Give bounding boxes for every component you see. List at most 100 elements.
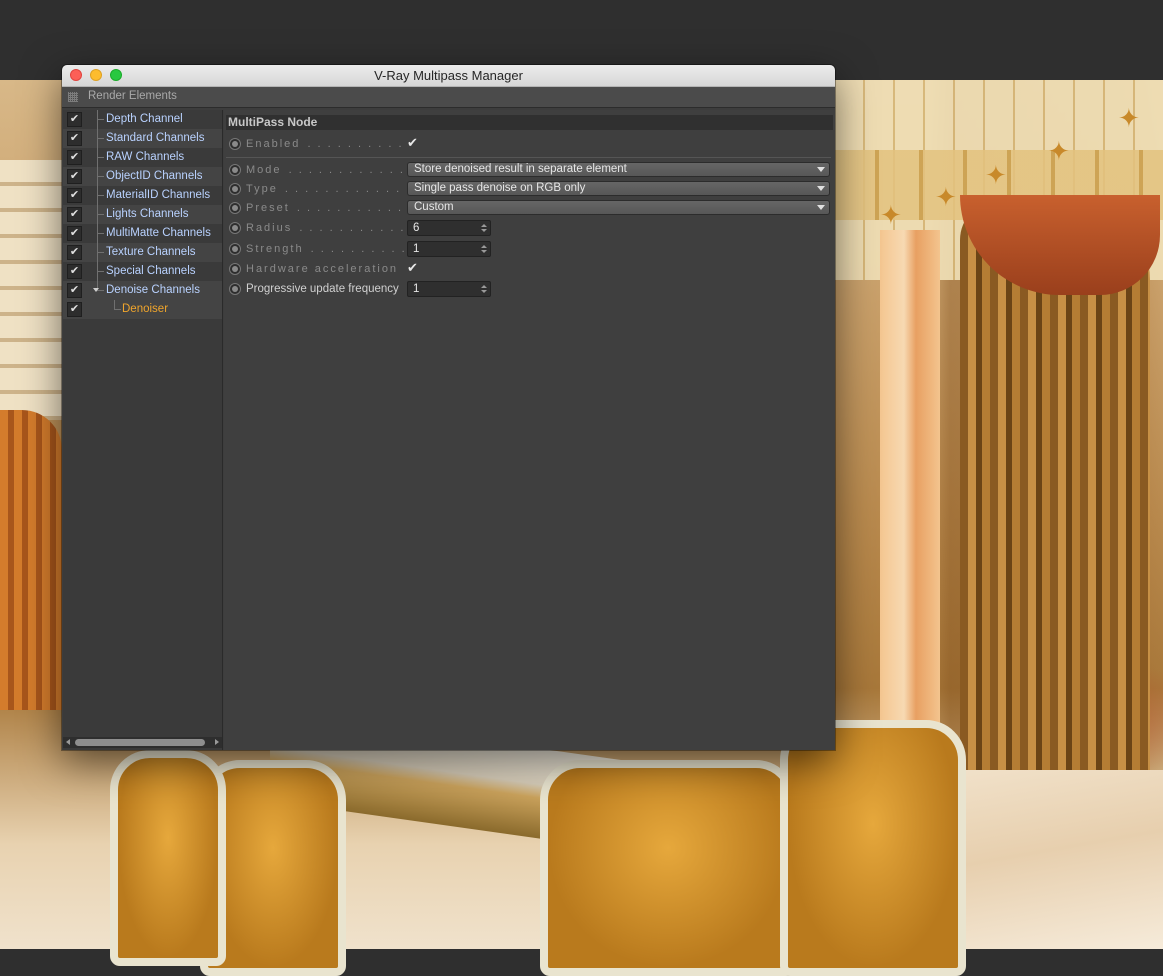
multipass-manager-window: V-Ray Multipass Manager Render Elements … <box>62 65 835 750</box>
property-label: Preset <box>246 202 292 214</box>
bg-ornament-icon: ✦ <box>1048 136 1070 166</box>
menu-bar: Render Elements <box>62 87 835 108</box>
tree-item-label: Standard Channels <box>106 132 205 144</box>
tree-item-label: Lights Channels <box>106 208 189 220</box>
divider <box>226 157 831 158</box>
property-label: Strength <box>246 243 306 255</box>
tree-item-label: Texture Channels <box>106 246 196 258</box>
tree-item-depth-channel[interactable]: ✔ Depth Channel <box>63 110 222 129</box>
window-title: V-Ray Multipass Manager <box>374 68 523 83</box>
bg-ornament-icon: ✦ <box>935 182 957 212</box>
tree-item-label: MultiMatte Channels <box>106 227 211 239</box>
property-preset: Preset . . . . . . . . . . . . . . . . .… <box>224 199 835 219</box>
tree-item-special-channels[interactable]: ✔ Special Channels <box>63 262 222 281</box>
property-label: Mode <box>246 164 284 176</box>
scroll-thumb[interactable] <box>75 739 205 746</box>
bg-chair <box>780 720 966 976</box>
keyframe-radio[interactable] <box>229 222 241 234</box>
bg-ornament-icon: ✦ <box>985 160 1007 190</box>
hardware-acceleration-checkbox[interactable]: ✔ <box>407 261 421 275</box>
spin-down-icon[interactable] <box>481 250 487 253</box>
scroll-left-icon[interactable] <box>66 739 70 745</box>
scroll-right-icon[interactable] <box>215 739 219 745</box>
tree-item-checkbox[interactable]: ✔ <box>67 169 82 184</box>
tree-item-label: MaterialID Channels <box>106 189 211 201</box>
tree-item-standard-channels[interactable]: ✔ Standard Channels <box>63 129 222 148</box>
spin-down-icon[interactable] <box>481 229 487 232</box>
tree-item-objectid-channels[interactable]: ✔ ObjectID Channels <box>63 167 222 186</box>
tree-item-texture-channels[interactable]: ✔ Texture Channels <box>63 243 222 262</box>
tree-item-checkbox[interactable]: ✔ <box>67 302 82 317</box>
property-hardware-acceleration: Hardware acceleration . . . . . . . . . … <box>224 260 835 280</box>
tree-item-label: RAW Channels <box>106 151 185 163</box>
mode-dropdown[interactable]: Store denoised result in separate elemen… <box>407 162 830 177</box>
bg-ornament-icon: ✦ <box>880 200 902 230</box>
property-progressive-update-frequency: Progressive update frequency 1 <box>224 280 835 300</box>
chevron-down-icon <box>817 186 825 191</box>
keyframe-radio[interactable] <box>229 138 241 150</box>
spinner-value: 1 <box>413 243 420 255</box>
tree-item-denoiser[interactable]: ✔ Denoiser <box>63 300 222 319</box>
keyframe-radio[interactable] <box>229 202 241 214</box>
tree-item-checkbox[interactable]: ✔ <box>67 264 82 279</box>
tree-item-checkbox[interactable]: ✔ <box>67 150 82 165</box>
tree-item-checkbox[interactable]: ✔ <box>67 283 82 298</box>
bg-curtain <box>960 200 1150 840</box>
tree-item-checkbox[interactable]: ✔ <box>67 188 82 203</box>
enabled-checkbox[interactable]: ✔ <box>407 136 421 150</box>
tree-item-label: Depth Channel <box>106 113 183 125</box>
type-dropdown[interactable]: Single pass denoise on RGB only <box>407 181 830 196</box>
tree-item-checkbox[interactable]: ✔ <box>67 112 82 127</box>
progressive-update-frequency-input[interactable]: 1 <box>407 281 491 297</box>
tree-item-lights-channels[interactable]: ✔ Lights Channels <box>63 205 222 224</box>
keyframe-radio[interactable] <box>229 283 241 295</box>
render-elements-menu[interactable]: Render Elements <box>88 90 177 102</box>
tree-item-materialid-channels[interactable]: ✔ MaterialID Channels <box>63 186 222 205</box>
spin-up-icon[interactable] <box>481 224 487 227</box>
property-label: Type <box>246 183 280 195</box>
tree-item-multimatte-channels[interactable]: ✔ MultiMatte Channels <box>63 224 222 243</box>
keyframe-radio[interactable] <box>229 243 241 255</box>
property-label: Progressive update frequency <box>246 283 399 295</box>
radius-input[interactable]: 6 <box>407 220 491 236</box>
dropdown-value: Store denoised result in separate elemen… <box>414 163 627 175</box>
chevron-down-icon <box>817 167 825 172</box>
tree-item-checkbox[interactable]: ✔ <box>67 131 82 146</box>
property-mode: Mode . . . . . . . . . . . . . . . . . .… <box>224 161 835 181</box>
bg-left-curtain <box>0 410 62 710</box>
tree-item-checkbox[interactable]: ✔ <box>67 245 82 260</box>
property-type: Type . . . . . . . . . . . . . . . . . .… <box>224 180 835 200</box>
property-enabled: Enabled . . . . . . . . . . . . . . . . … <box>224 135 835 155</box>
dropdown-value: Single pass denoise on RGB only <box>414 182 586 194</box>
tree-item-label-selected: Denoiser <box>122 303 169 315</box>
spin-up-icon[interactable] <box>481 245 487 248</box>
chevron-down-icon <box>817 205 825 210</box>
keyframe-radio[interactable] <box>229 164 241 176</box>
spin-down-icon[interactable] <box>481 290 487 293</box>
tree-item-raw-channels[interactable]: ✔ RAW Channels <box>63 148 222 167</box>
property-radius: Radius . . . . . . . . . . . . . . . . .… <box>224 219 835 239</box>
tree-item-denoise-channels[interactable]: ✔ Denoise Channels <box>63 281 222 300</box>
tree-horizontal-scrollbar[interactable] <box>63 737 222 748</box>
bg-chair <box>540 760 796 976</box>
tree-item-checkbox[interactable]: ✔ <box>67 207 82 222</box>
bg-ornament-icon: ✦ <box>1118 103 1140 133</box>
properties-panel: MultiPass Node Enabled . . . . . . . . .… <box>224 110 835 750</box>
property-strength: Strength . . . . . . . . . . . . . . . .… <box>224 240 835 260</box>
tree-item-label: ObjectID Channels <box>106 170 203 182</box>
preset-dropdown[interactable]: Custom <box>407 200 830 215</box>
spin-up-icon[interactable] <box>481 285 487 288</box>
property-label: Hardware acceleration <box>246 263 401 275</box>
tree-item-label: Special Channels <box>106 265 196 277</box>
strength-input[interactable]: 1 <box>407 241 491 257</box>
keyframe-radio[interactable] <box>229 263 241 275</box>
bg-ceiling-detail <box>0 160 62 420</box>
render-elements-tree: ✔ Depth Channel ✔ Standard Channels ✔ RA… <box>63 110 223 750</box>
expand-arrow-icon[interactable] <box>93 288 99 292</box>
keyframe-radio[interactable] <box>229 183 241 195</box>
grip-icon[interactable] <box>68 92 78 102</box>
tree-item-checkbox[interactable]: ✔ <box>67 226 82 241</box>
title-bar[interactable]: V-Ray Multipass Manager <box>62 65 835 87</box>
property-label: Radius <box>246 222 295 234</box>
spinner-value: 1 <box>413 283 420 295</box>
